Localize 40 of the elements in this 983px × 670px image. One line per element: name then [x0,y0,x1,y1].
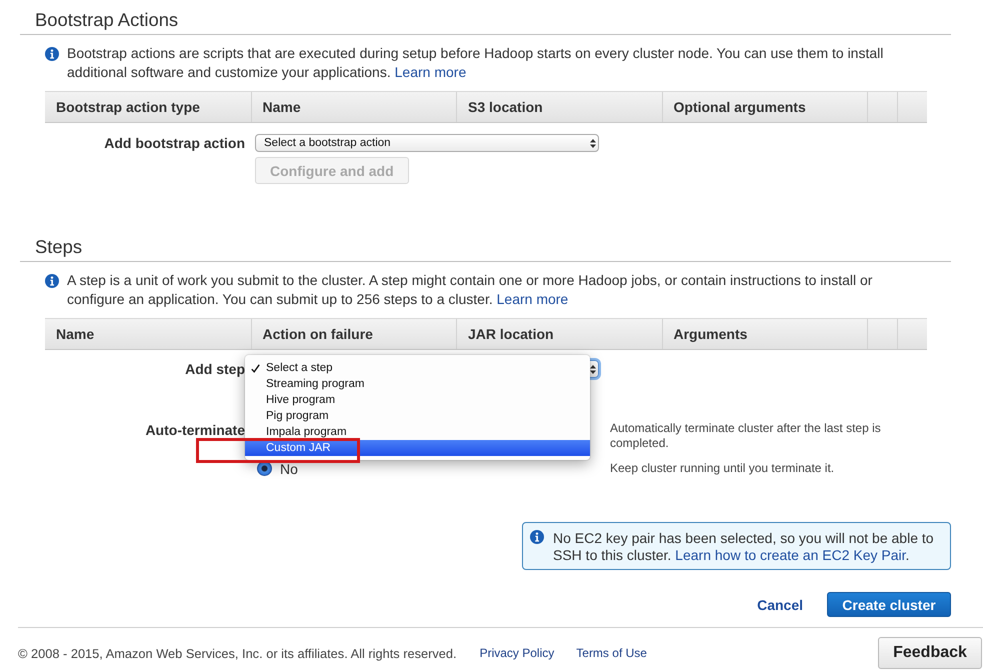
menu-item[interactable]: Select a step [245,360,590,376]
menu-item[interactable]: Custom JAR [245,440,590,456]
info-text: A step is a unit of work you submit to the cluster. A step might contain one or more Hadoop jobs, or contain instructions to install or configure an application. You can submit up to 256 steps to a cluster. Learn more [67,270,874,308]
cancel-link[interactable]: Cancel [757,596,803,612]
info-icon [45,274,59,288]
menu-item[interactable]: Pig program [245,408,590,424]
field-label: Auto-terminate [145,422,245,438]
copyright-text: © 2008 - 2015, Amazon Web Services, Inc. or its affiliates. All rights reserved. [18,646,457,660]
section-title: Steps [35,236,82,257]
footer-link[interactable]: Terms of Use [576,646,647,660]
column-header: Action on failure [250,319,456,349]
option-description: Keep cluster running until you terminate it. [610,460,836,476]
create-cluster-button[interactable]: Create cluster [827,592,951,617]
key-pair-link[interactable]: Learn how to create an EC2 Key Pair [675,547,906,563]
field-label: Add bootstrap action [104,134,245,152]
menu-item[interactable]: Impala program [245,424,590,440]
footer-link[interactable]: Privacy Policy [480,646,554,660]
field-label: Add step [185,360,245,378]
info-text: Bootstrap actions are scripts that are executed during setup before Hadoop starts on every cluster node. You can use them to install additional software and customize your applications. Learn more [67,44,884,82]
column-header: S3 location [456,92,662,122]
section-title: Bootstrap Actions [35,9,178,30]
select-arrows-icon [590,138,596,148]
menu-item[interactable]: Hive program [245,392,590,408]
menu-item[interactable]: Streaming program [245,376,590,392]
learn-more-link[interactable]: Learn more [496,290,568,306]
info-icon [45,47,59,61]
column-header: Arguments [662,319,867,349]
column-header: Bootstrap action type [55,98,201,117]
select-arrows-icon [590,364,596,374]
radio-label: No [280,460,298,476]
notice-text: No EC2 key pair has been selected, so you will not be able to SSH to this cluster. Learn how to create an EC2 Key Pair. [553,530,935,564]
column-header: JAR location [456,319,662,349]
column-header: Name [55,325,96,344]
option-description: Automatically terminate cluster after the last step is completed. [610,420,882,450]
feedback-button[interactable]: Feedback [878,637,982,669]
info-icon [530,530,544,544]
column-header: Name [250,92,456,122]
column-header: Optional arguments [662,92,867,122]
bootstrap-action-select[interactable]: Select a bootstrap action [255,134,599,152]
learn-more-link[interactable]: Learn more [394,64,466,80]
